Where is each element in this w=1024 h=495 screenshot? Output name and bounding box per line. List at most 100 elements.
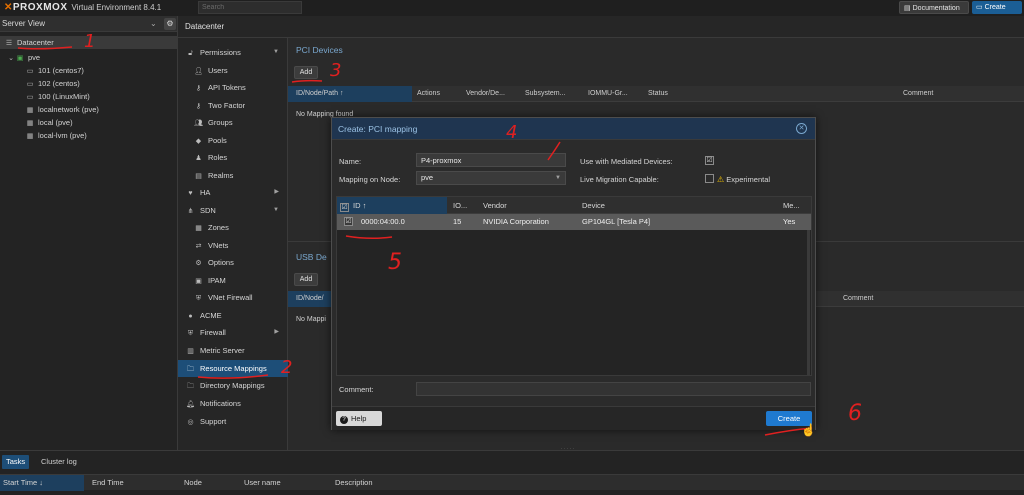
- tasks-col-end-time[interactable]: End Time: [92, 475, 124, 491]
- zones-icon: ▦: [195, 225, 202, 232]
- mapping-node-select[interactable]: pve ▼: [416, 171, 566, 185]
- nav-item-permissions[interactable]: 🔓︎ Permissions ▼: [178, 44, 288, 61]
- tab-tasks[interactable]: Tasks: [2, 455, 30, 469]
- device-col-mdev[interactable]: Me...: [783, 197, 800, 214]
- nav-item-groups[interactable]: 👥︎ Groups: [178, 114, 288, 131]
- nav-item-support[interactable]: ◎ Support: [178, 413, 288, 430]
- pci-col-actions[interactable]: Actions: [417, 86, 440, 102]
- usb-add-button[interactable]: Add: [294, 273, 318, 286]
- vm-icon: ▭: [26, 68, 34, 75]
- nav-item-two-factor[interactable]: ⚷ Two Factor: [178, 97, 288, 114]
- tasks-col-description[interactable]: Description: [335, 475, 373, 491]
- nav-item-options[interactable]: ⚙ Options: [178, 254, 288, 271]
- logo-brand: PROXMOX: [12, 2, 68, 13]
- experimental-label: Experimental: [726, 175, 771, 184]
- pci-col-comment[interactable]: Comment: [903, 86, 933, 102]
- pci-col-iommu[interactable]: IOMMU-Gr...: [588, 86, 628, 102]
- storage-icon: ▦: [26, 107, 34, 114]
- pci-col-vendor[interactable]: Vendor/De...: [466, 86, 505, 102]
- tasks-col-start-time[interactable]: Start Time ↓: [0, 475, 84, 491]
- nav-item-resource-mappings[interactable]: 🗀 Resource Mappings: [178, 360, 288, 377]
- nav-item-users[interactable]: 👤︎ Users: [178, 62, 288, 79]
- annotation-number-6: 6: [848, 401, 862, 426]
- nav-item-label: Roles: [208, 153, 228, 162]
- comment-label: Comment:: [339, 385, 374, 394]
- pci-device-grid: ☑ ID ↑ IO... Vendor Device Me... ☑ 0000:0…: [336, 196, 812, 376]
- nav-item-vnet-firewall[interactable]: ⛨ VNet Firewall: [178, 289, 288, 306]
- ha-icon: ♥: [188, 190, 193, 197]
- tree-item-localnetwork[interactable]: ▦ localnetwork (pve): [25, 104, 99, 116]
- search-input[interactable]: [198, 1, 302, 14]
- ipam-icon: ▣: [195, 278, 202, 285]
- role-icon: ♟: [195, 155, 202, 162]
- grid-scrollbar[interactable]: [807, 230, 810, 375]
- create-vm-button[interactable]: ▭Create VM: [972, 1, 1022, 24]
- pci-col-id[interactable]: ID/Node/Path ↑: [288, 86, 412, 102]
- help-button[interactable]: ? Help: [336, 411, 382, 426]
- nav-item-metric-server[interactable]: ▥ Metric Server: [178, 342, 288, 359]
- tab-cluster-log[interactable]: Cluster log: [37, 455, 81, 469]
- device-row[interactable]: ☑ 0000:04:00.0 15 NVIDIA Corporation GP1…: [337, 214, 811, 230]
- nav-item-realms[interactable]: ▤ Realms: [178, 167, 288, 184]
- nav-item-label: Permissions: [200, 48, 241, 57]
- tree-item-label: pve: [28, 53, 41, 62]
- pci-col-subsystem[interactable]: Subsystem...: [525, 86, 565, 102]
- tree-item-pve[interactable]: ⌄ ▣ pve: [8, 52, 40, 64]
- proxmox-logo[interactable]: ✕PROXMOX Virtual Environment 8.4.1: [4, 2, 161, 13]
- tree-item-vm-101[interactable]: ▭ 101 (centos7): [25, 65, 84, 77]
- device-col-iommu[interactable]: IO...: [453, 197, 467, 214]
- tree-item-vm-102[interactable]: ▭ 102 (centos): [25, 78, 80, 90]
- nav-item-label: API Tokens: [208, 83, 246, 92]
- nav-item-notifications[interactable]: 🔔︎ Notifications: [178, 395, 288, 412]
- mapping-node-label: Mapping on Node:: [339, 175, 401, 184]
- nav-item-acme[interactable]: ● ACME: [178, 307, 288, 324]
- tasks-col-user[interactable]: User name: [244, 475, 281, 491]
- tree-item-local[interactable]: ▦ local (pve): [25, 117, 73, 129]
- tree-item-vm-100[interactable]: ▭ 100 (LinuxMint): [25, 91, 90, 103]
- nav-item-roles[interactable]: ♟ Roles: [178, 149, 288, 166]
- logo-product: Virtual Environment 8.4.1: [71, 3, 162, 12]
- device-row-checkbox[interactable]: ☑: [344, 217, 353, 226]
- tree-item-local-lvm[interactable]: ▦ local-lvm (pve): [25, 130, 87, 142]
- dialog-title-bar[interactable]: Create: PCI mapping ✕: [332, 118, 815, 140]
- unlock-icon: 🔓︎: [188, 50, 193, 57]
- pci-add-button[interactable]: Add: [294, 66, 318, 79]
- nav-item-sdn[interactable]: ⋔ SDN ▼: [178, 202, 288, 219]
- device-col-vendor[interactable]: Vendor: [483, 197, 507, 214]
- documentation-button[interactable]: ▤ Documentation: [899, 1, 969, 14]
- gear-icon[interactable]: ⚙: [164, 18, 176, 30]
- nav-item-ipam[interactable]: ▣ IPAM: [178, 272, 288, 289]
- chevron-right-icon: ▶: [274, 189, 279, 195]
- usb-empty-text: No Mappi: [296, 316, 326, 323]
- nav-item-directory-mappings[interactable]: 🗀 Directory Mappings: [178, 377, 288, 394]
- tree-item-datacenter[interactable]: ☰ Datacenter: [4, 37, 54, 49]
- chevron-down-icon[interactable]: ⌄: [150, 16, 157, 32]
- vnets-icon: ⇄: [195, 243, 202, 250]
- nav-item-vnets[interactable]: ⇄ VNets: [178, 237, 288, 254]
- nav-item-pools[interactable]: ◆ Pools: [178, 132, 288, 149]
- tasks-col-node[interactable]: Node: [184, 475, 202, 491]
- nav-item-label: VNet Firewall: [208, 293, 253, 302]
- device-col-device[interactable]: Device: [582, 197, 605, 214]
- nav-item-label: Support: [200, 417, 227, 426]
- nav-item-api-tokens[interactable]: ⚷ API Tokens: [178, 79, 288, 96]
- name-field[interactable]: [416, 153, 566, 167]
- nav-item-zones[interactable]: ▦ Zones: [178, 219, 288, 236]
- select-all-checkbox[interactable]: ☑: [340, 203, 349, 212]
- server-view-header[interactable]: Server View ⌄ ⚙: [0, 16, 177, 32]
- live-migration-checkbox[interactable]: [705, 174, 714, 183]
- mediated-devices-checkbox[interactable]: ☑: [705, 156, 714, 165]
- collapse-icon[interactable]: ⌄: [8, 53, 14, 65]
- live-migration-label: Live Migration Capable:: [580, 175, 659, 184]
- usb-col-comment[interactable]: Comment: [843, 291, 873, 307]
- nav-item-ha[interactable]: ♥ HA ▶: [178, 184, 288, 201]
- close-icon[interactable]: ✕: [796, 123, 807, 134]
- pci-col-status[interactable]: Status: [648, 86, 668, 102]
- nav-item-label: Options: [208, 258, 234, 267]
- tree-item-label: Datacenter: [17, 38, 54, 47]
- comment-field[interactable]: [416, 382, 811, 396]
- proxmox-x-icon: ✕: [4, 2, 13, 13]
- nav-item-label: ACME: [200, 311, 222, 320]
- device-col-id[interactable]: ☑ ID ↑: [337, 197, 447, 214]
- nav-item-firewall[interactable]: ⛨ Firewall ▶: [178, 324, 288, 341]
